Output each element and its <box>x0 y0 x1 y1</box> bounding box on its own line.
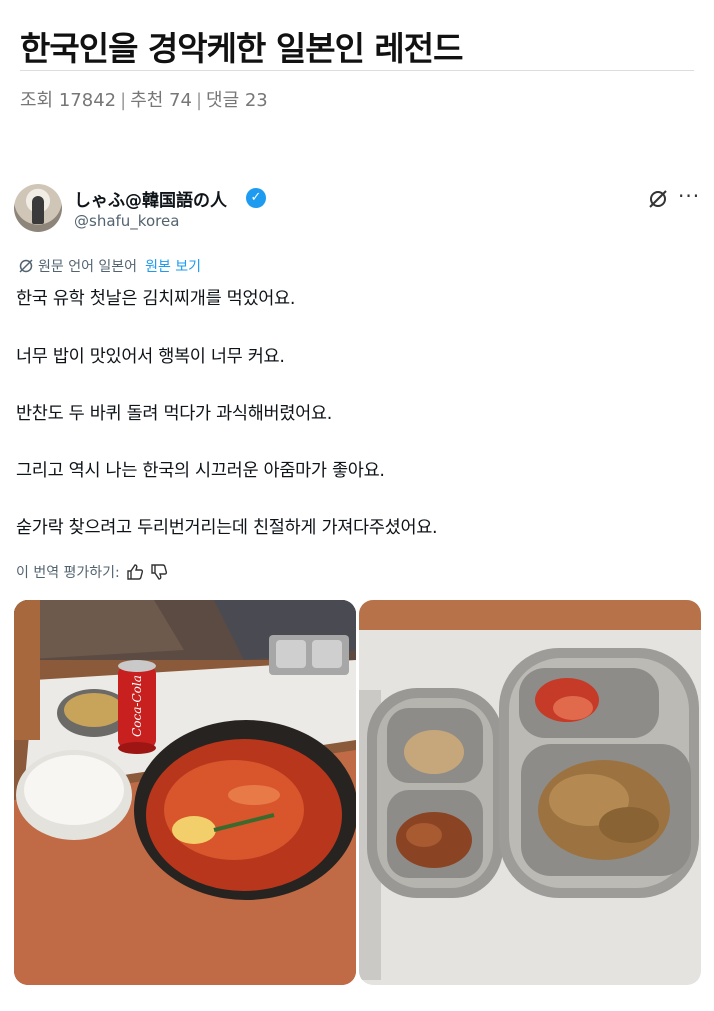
translation-note: 원문 언어 일본어 원본 보기 <box>18 256 201 276</box>
grok-icon[interactable] <box>647 188 669 210</box>
post-stats: 조회 17842 | 추천 74 | 댓글 23 <box>20 86 268 112</box>
globe-icon <box>19 259 33 273</box>
page-title: 한국인을 경악케한 일본인 레전드 <box>20 29 464 68</box>
view-count: 조회 17842 <box>20 90 117 111</box>
photo-side-dish-tray[interactable] <box>359 600 701 985</box>
avatar[interactable] <box>14 184 62 232</box>
user-handle[interactable]: @shafu_korea <box>74 212 179 230</box>
thumbs-up-icon[interactable] <box>126 563 144 581</box>
recommend-count: 추천 74 <box>130 90 192 111</box>
tweet-text-line: 너무 밥이 맛있어서 행복이 너무 커요. <box>16 347 285 367</box>
avatar-figure <box>32 196 44 224</box>
rate-translation-row: 이 번역 평가하기: <box>16 562 168 582</box>
tweet-text-line: 숟가락 찾으려고 두리번거리는데 친절하게 가져다주셨어요. <box>16 518 438 538</box>
tweet-header: しゃふ@韓国語の人 ✓ @shafu_korea ··· <box>14 182 704 238</box>
thumbs-down-icon[interactable] <box>150 563 168 581</box>
tweet-text-line: 한국 유학 첫날은 김치찌개를 먹었어요. <box>16 289 296 309</box>
title-divider <box>20 70 694 71</box>
stats-separator: | <box>195 90 203 111</box>
display-name[interactable]: しゃふ@韓国語の人 <box>74 186 227 211</box>
show-original-link[interactable]: 원본 보기 <box>145 256 201 276</box>
stats-separator: | <box>120 90 127 111</box>
translation-source-label: 원문 언어 일본어 <box>38 259 138 275</box>
tweet-text-line: 반찬도 두 바퀴 돌려 먹다가 과식해버렸어요. <box>16 404 332 424</box>
rate-translation-label: 이 번역 평가하기: <box>16 565 120 581</box>
tweet-text-line: 그리고 역시 나는 한국의 시끄러운 아줌마가 좋아요. <box>16 461 385 481</box>
comment-count: 댓글 23 <box>206 90 268 111</box>
photo-kimchi-stew[interactable]: Coca-Cola <box>14 600 356 985</box>
more-icon[interactable]: ··· <box>678 184 700 208</box>
verified-icon: ✓ <box>246 188 266 208</box>
cola-can-text: Coca-Cola <box>130 675 144 737</box>
